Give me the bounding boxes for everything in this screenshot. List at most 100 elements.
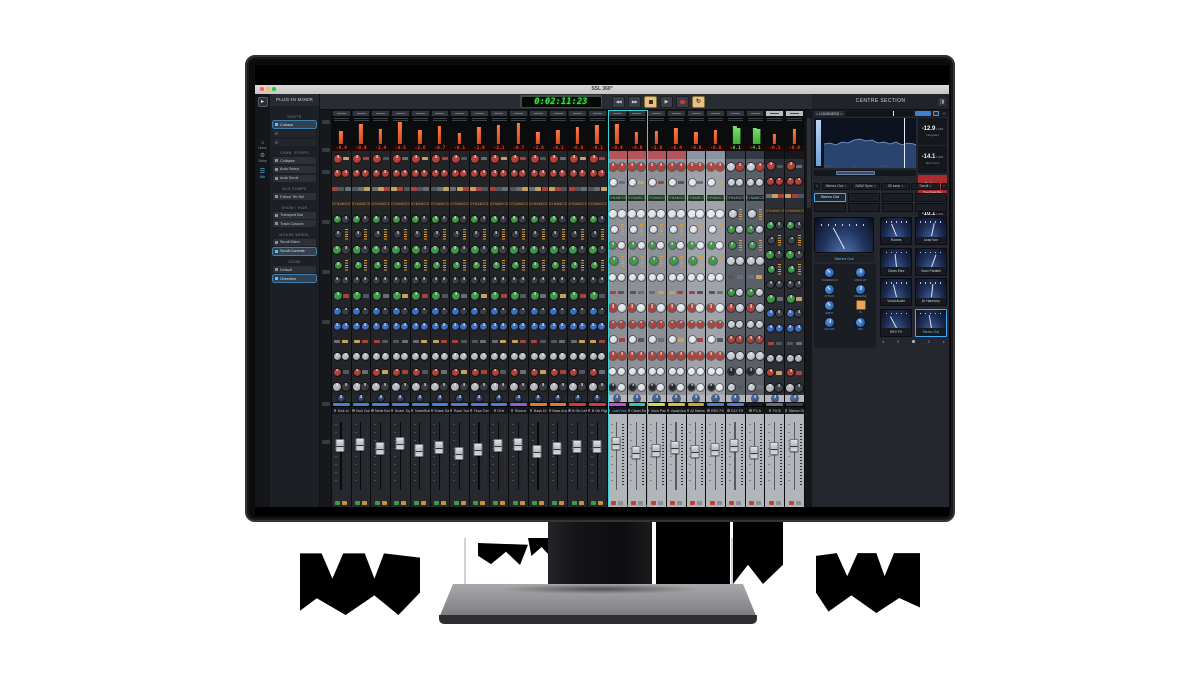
knob[interactable] <box>432 308 439 315</box>
strip-button[interactable] <box>450 187 456 191</box>
knob[interactable] <box>728 384 735 391</box>
knob[interactable] <box>638 242 645 249</box>
strip-button[interactable] <box>766 194 772 198</box>
knob[interactable] <box>381 246 389 254</box>
track-name[interactable]: Vocal Audio <box>667 406 686 414</box>
sidebar-button-scroll-mixer[interactable]: Scroll Mixer <box>273 239 316 246</box>
knob[interactable] <box>392 246 400 254</box>
knob[interactable] <box>707 352 715 360</box>
strip-button[interactable] <box>338 187 344 191</box>
knob[interactable] <box>571 262 578 269</box>
knob[interactable] <box>787 222 794 229</box>
channel-strip-voco-parallel[interactable]: -2.8DYNAMICSVoco Parallel <box>647 110 667 507</box>
knob[interactable] <box>373 323 380 330</box>
knob[interactable] <box>362 353 369 360</box>
knob[interactable] <box>630 257 638 265</box>
knob[interactable] <box>500 308 507 315</box>
strip-button[interactable] <box>402 370 408 374</box>
knob[interactable] <box>629 368 636 375</box>
knob[interactable] <box>491 216 498 223</box>
knob[interactable] <box>688 210 696 218</box>
pan-knob[interactable] <box>456 395 463 402</box>
track-name[interactable]: Stereo Out <box>785 406 804 414</box>
strip-button[interactable] <box>342 340 348 344</box>
knob[interactable] <box>618 210 626 218</box>
channel-fader[interactable] <box>608 414 627 507</box>
strip-button[interactable] <box>549 187 555 191</box>
knob[interactable] <box>688 274 695 281</box>
knob[interactable] <box>500 323 507 330</box>
knob[interactable] <box>372 246 380 254</box>
knob[interactable] <box>412 383 420 391</box>
knob[interactable] <box>649 368 656 375</box>
knob[interactable] <box>362 216 369 223</box>
knob[interactable] <box>628 163 636 171</box>
cut-button[interactable] <box>729 501 734 505</box>
sidebar-button-transport-bar[interactable]: Transport Bar <box>273 212 316 219</box>
track-name[interactable]: Snare Top <box>391 406 410 414</box>
strip-button[interactable] <box>787 342 793 346</box>
strip-button[interactable] <box>332 187 338 191</box>
knob[interactable] <box>688 163 696 171</box>
knob[interactable] <box>668 210 676 218</box>
record-arm-icon[interactable] <box>749 409 751 411</box>
knob[interactable] <box>392 383 400 391</box>
strip-button[interactable] <box>481 370 487 374</box>
cut-button[interactable] <box>539 501 544 505</box>
knob[interactable] <box>618 274 625 281</box>
knob[interactable] <box>393 369 400 376</box>
ssl360-logo-icon[interactable]: ▸ <box>258 97 268 107</box>
knob[interactable] <box>756 336 763 343</box>
strip-button[interactable] <box>599 370 605 374</box>
knob[interactable] <box>342 353 349 360</box>
knob[interactable] <box>353 277 360 284</box>
channel-fader[interactable] <box>549 414 568 507</box>
channel-strip-b-gtr-right[interactable]: -0.1DYNAMICSB Gtr Right <box>588 110 608 507</box>
knob[interactable] <box>609 368 616 375</box>
knob[interactable] <box>539 246 547 254</box>
knob[interactable] <box>452 216 459 223</box>
pan-knob[interactable] <box>417 395 424 402</box>
knob[interactable] <box>471 216 478 223</box>
close-icon[interactable] <box>260 87 264 91</box>
knob[interactable] <box>690 226 697 233</box>
pan-knob[interactable] <box>791 395 798 402</box>
strip-button[interactable] <box>457 187 463 191</box>
knob[interactable] <box>638 274 645 281</box>
knob[interactable] <box>756 163 764 171</box>
knob[interactable] <box>552 231 559 238</box>
channel-controls[interactable]: DYNAMICS <box>509 151 528 395</box>
knob[interactable] <box>787 281 794 288</box>
channel-controls[interactable]: DYNAMICS <box>490 151 509 395</box>
knob[interactable] <box>499 383 507 391</box>
pan-knob[interactable] <box>437 395 444 402</box>
strip-button[interactable] <box>555 187 561 191</box>
strip-button[interactable] <box>442 294 448 298</box>
knob[interactable] <box>373 308 380 315</box>
knob[interactable] <box>559 323 566 330</box>
knob[interactable] <box>353 383 361 391</box>
knob[interactable] <box>499 246 507 254</box>
knob[interactable] <box>570 353 577 360</box>
solo-button[interactable] <box>355 501 360 505</box>
vu-card-rooms[interactable]: Rooms <box>880 217 912 245</box>
knob[interactable] <box>649 321 656 328</box>
strip-button[interactable] <box>492 340 498 344</box>
knob[interactable] <box>500 170 507 177</box>
knob[interactable] <box>677 321 684 328</box>
control-30-secs[interactable]: 30 secs▾ <box>881 183 909 190</box>
knob[interactable] <box>708 242 715 249</box>
collapse-panel-icon[interactable]: ◨ <box>938 98 946 106</box>
knob[interactable] <box>579 308 586 315</box>
knob[interactable] <box>372 383 380 391</box>
channel-controls[interactable]: DYNAMICS <box>785 151 804 395</box>
cut-button[interactable] <box>520 501 525 505</box>
strip-button[interactable] <box>697 181 703 185</box>
knob[interactable] <box>630 226 637 233</box>
channel-fader[interactable] <box>726 414 745 507</box>
knob[interactable] <box>767 295 775 303</box>
knob[interactable] <box>688 352 696 360</box>
fader-cap[interactable] <box>336 439 345 452</box>
knob[interactable] <box>519 216 526 223</box>
record-arm-icon[interactable] <box>687 409 689 411</box>
